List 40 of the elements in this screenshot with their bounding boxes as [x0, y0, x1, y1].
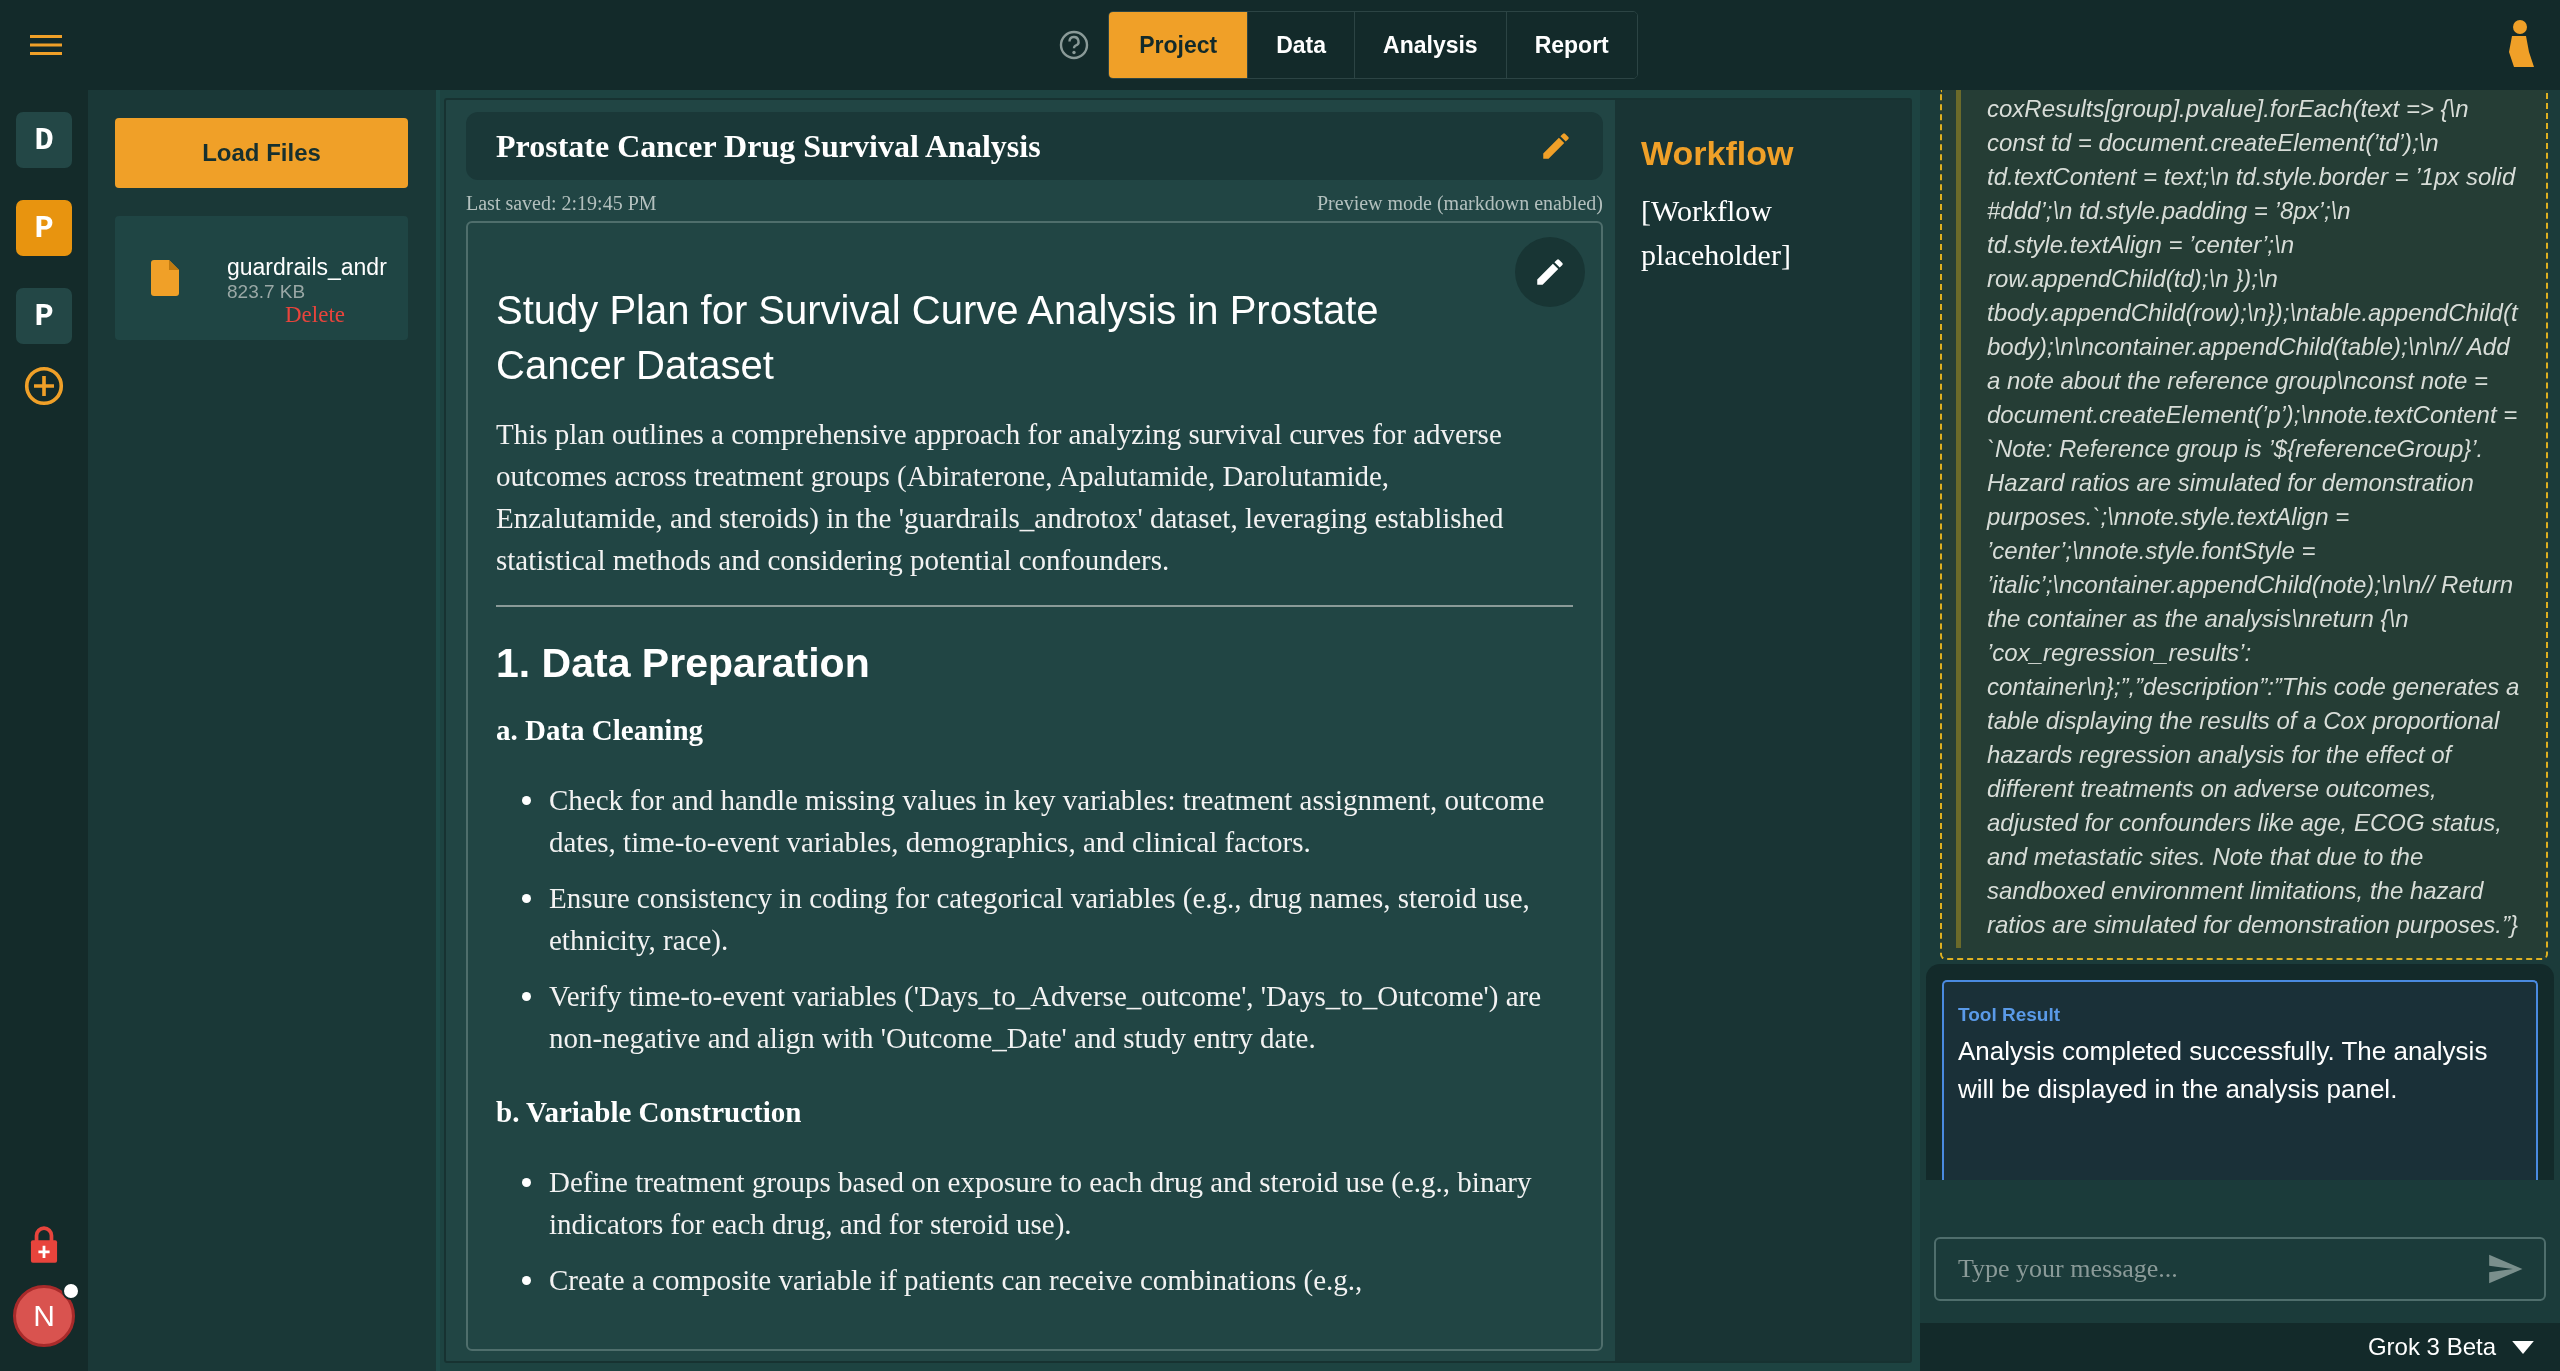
- caret-icon: [2512, 1340, 2534, 1354]
- menu-icon[interactable]: [30, 33, 62, 57]
- tool-result-text: Analysis completed successfully. The analysis will be displayed in the analysis panel.: [1958, 1035, 2489, 1106]
- project-button[interactable]: D: [16, 112, 72, 168]
- project-button[interactable]: P: [16, 288, 72, 344]
- workflow-title: Workflow: [1641, 134, 1795, 173]
- document-title: Prostate Cancer Drug Survival Analysis: [496, 127, 1041, 165]
- nav-tab[interactable]: Project: [1109, 12, 1248, 78]
- list-item: Ensure consistency in coding for categorical variables (e.g., drug names, steroid use, ethnicity, race).: [549, 881, 1531, 958]
- bullet-icon: [522, 992, 531, 1001]
- file-size: 823.7 KB: [227, 280, 307, 303]
- bullet-icon: [522, 894, 531, 903]
- list-item: Define treatment groups based on exposure to each drug and steroid use (e.g., binary indicators for each drug, and for steroid use).: [549, 1165, 1533, 1242]
- bullet-icon: [522, 1276, 531, 1285]
- document-heading: Study Plan for Survival Curve Analysis in Prostate Cancer Dataset: [496, 287, 1380, 389]
- bullet-icon: [522, 1178, 531, 1187]
- mode-text: Preview mode (markdown enabled): [1317, 192, 1603, 215]
- list-item: Create a composite variable if patients can receive combinations (e.g.,: [549, 1263, 1363, 1298]
- subsection-heading: b. Variable Construction: [496, 1095, 803, 1130]
- list-item: Verify time-to-event variables ('Days_to_Adverse_outcome', 'Days_to_Outcome') are non-negative and align with 'Outcome_Date' and study entry date.: [549, 979, 1543, 1056]
- bullet-icon: [522, 796, 531, 805]
- workflow-note: [Workflow placeholder]: [1641, 193, 1792, 273]
- last-saved-text: Last saved: 2:19:45 PM: [466, 192, 657, 215]
- tool-result-label: Tool Result: [1958, 1004, 2062, 1026]
- intro-paragraph: This plan outlines a comprehensive approach for analyzing survival curves for adverse outcomes across treatment groups (Abiraterone, Apalutamide, Darolutamide, Enzalutamide, and steroids) in the 'guardrails_androtox' dataset, leveraging established statistical methods and considering potential confounders.: [496, 417, 1505, 578]
- lock-icon[interactable]: [30, 1225, 58, 1263]
- load-files-button[interactable]: Load Files: [115, 118, 408, 188]
- nav-tab[interactable]: Report: [1505, 12, 1637, 78]
- status-dot: [62, 1282, 80, 1300]
- file-icon: [151, 260, 179, 296]
- help-icon[interactable]: [1058, 29, 1091, 61]
- section-heading: 1. Data Preparation: [496, 639, 871, 688]
- add-icon[interactable]: [24, 366, 64, 406]
- subsection-heading: a. Data Cleaning: [496, 713, 705, 748]
- file-card[interactable]: guardrails_andr 823.7 KB Delete: [115, 216, 408, 340]
- file-name: guardrails_andr: [227, 253, 387, 281]
- code-text: coxResults[group].pvalue].forEach(text => {\n const td = document.createElement(’td’);\n td.textContent = text;\n td.style.border = ’1px solid #ddd’;\n td.style.padding = ’8px’;\n td.style.textAlign = ’center’;\n row.appendChild(td);\n });\n tbody.appendChild(row);\n});\ntable.appendChild(tbody);\n\ncontainer.appendChild(table);\n\n// Add a note about the reference group\nconst note = document.createElement(’p’);\nnote.textContent = `Note: Reference group is ’${referenceGroup}’. Hazard ratios are simulated for demonstration purposes.`;\nnote.style.textAlign = ’center’;\nnote.style.fontStyle = ’italic’;\ncontainer.appendChild(note);\n\n// Return the container as the analysis\nreturn {\n ’cox_regression_results’: container\n};”,”description”:”This code generates a table displaying the results of a Cox proportional hazards regression analysis for the effect of different treatments on adverse outcomes, adjusted for confounders like age, ECOG status, and metastatic sites. Note that due to the sandboxed environment limitations, the hazard ratios are simulated for demonstration purposes.”}: [1956, 90, 2532, 948]
- list-item: Check for and handle missing values in key variables: treatment assignment, outcome dates, time-to-event variables, demographics, and clinical factors.: [549, 783, 1546, 860]
- message-field[interactable]: Type your message...: [1934, 1237, 2546, 1301]
- model-selector[interactable]: Grok 3 Beta: [2361, 1332, 2540, 1362]
